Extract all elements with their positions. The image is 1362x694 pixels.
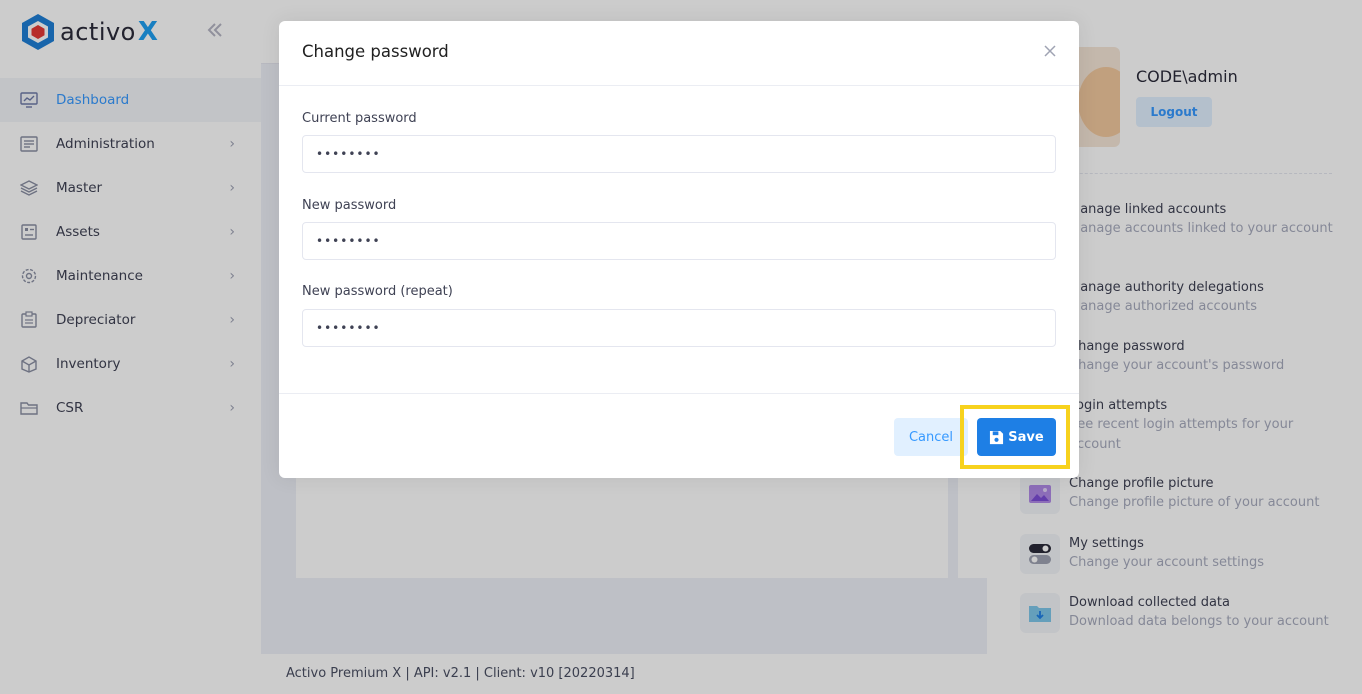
new-password-label: New password: [302, 198, 397, 213]
new-password-repeat-field[interactable]: ••••••••: [302, 309, 1056, 347]
current-password-label: Current password: [302, 111, 417, 126]
cancel-button[interactable]: Cancel: [894, 418, 968, 456]
current-password-field[interactable]: ••••••••: [302, 135, 1056, 173]
close-icon: [1044, 45, 1056, 57]
modal-footer: Cancel Save: [279, 393, 1079, 478]
new-password-field[interactable]: ••••••••: [302, 222, 1056, 260]
highlight-box: [960, 405, 1070, 469]
close-button[interactable]: [1043, 45, 1057, 59]
change-password-modal: Change password Current password •••••••…: [279, 21, 1079, 478]
modal-header: Change password: [279, 21, 1079, 86]
new-password-repeat-label: New password (repeat): [302, 284, 453, 299]
modal-title: Change password: [302, 42, 449, 61]
